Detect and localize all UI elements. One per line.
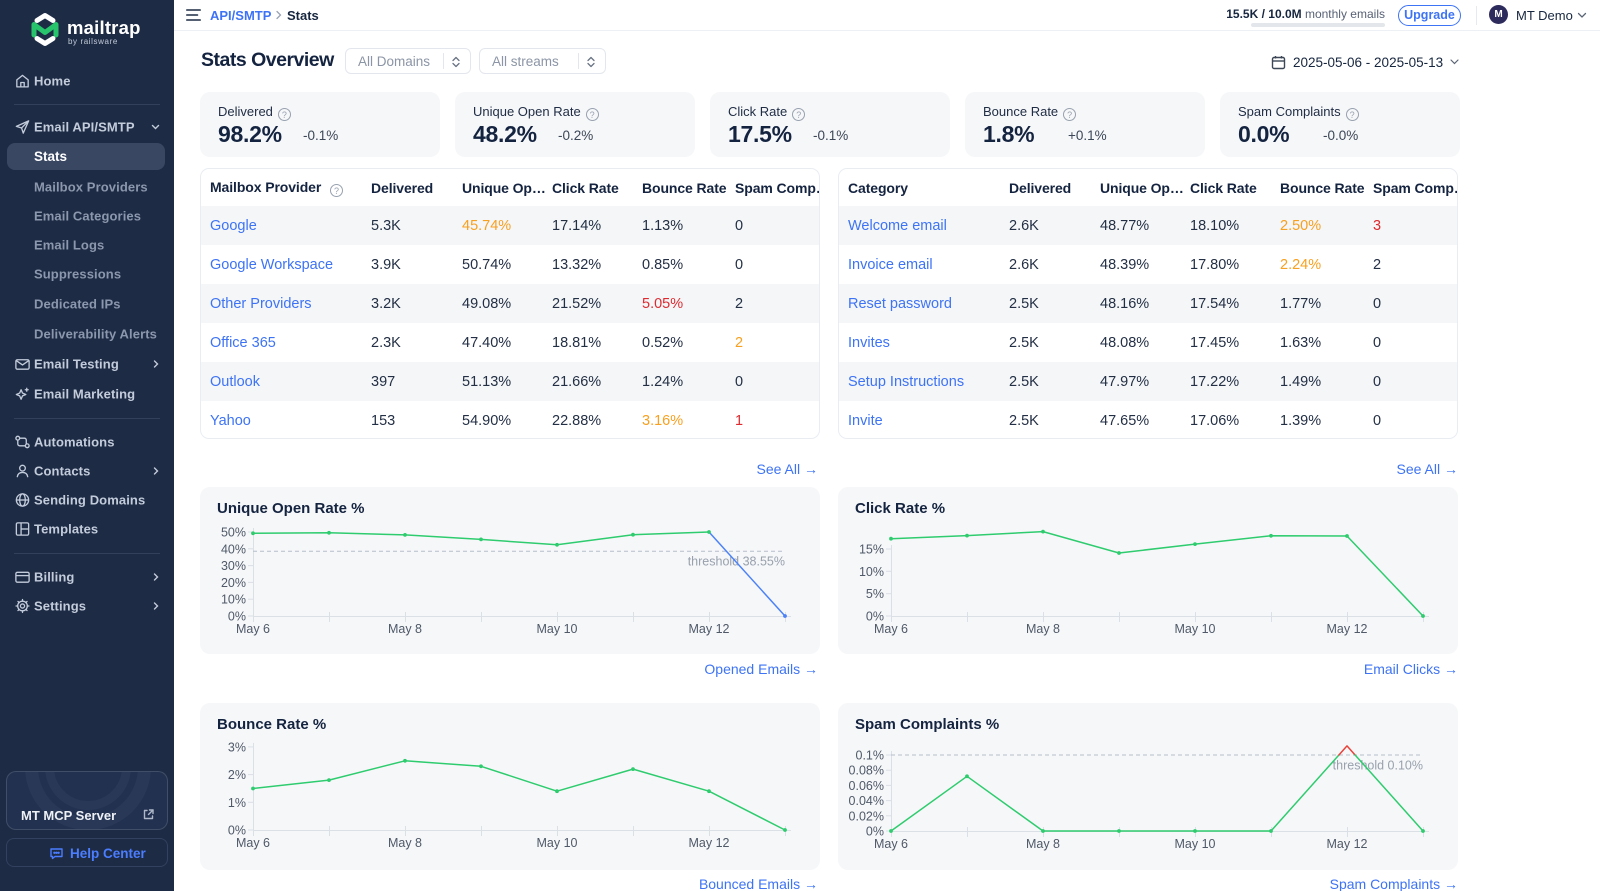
- svg-text:May 8: May 8: [1026, 837, 1060, 851]
- svg-text:0.1%: 0.1%: [856, 749, 885, 763]
- svg-text:50%: 50%: [221, 526, 246, 540]
- svg-text:May 12: May 12: [689, 836, 730, 850]
- svg-text:May 12: May 12: [1327, 622, 1368, 636]
- svg-text:30%: 30%: [221, 559, 246, 573]
- svg-text:40%: 40%: [221, 542, 246, 556]
- svg-text:May 6: May 6: [236, 836, 270, 850]
- svg-text:2%: 2%: [228, 768, 246, 782]
- svg-text:threshold 0.10%: threshold 0.10%: [1333, 759, 1423, 773]
- svg-text:May 8: May 8: [388, 622, 422, 636]
- svg-text:May 10: May 10: [537, 622, 578, 636]
- svg-text:May 8: May 8: [1026, 622, 1060, 636]
- svg-text:May 6: May 6: [874, 837, 908, 851]
- svg-text:20%: 20%: [221, 576, 246, 590]
- svg-text:3%: 3%: [228, 740, 246, 754]
- svg-text:May 10: May 10: [537, 836, 578, 850]
- svg-text:May 10: May 10: [1175, 622, 1216, 636]
- svg-text:10%: 10%: [859, 565, 884, 579]
- svg-text:May 6: May 6: [236, 622, 270, 636]
- svg-text:1%: 1%: [228, 796, 246, 810]
- svg-text:5%: 5%: [866, 587, 884, 601]
- svg-text:May 12: May 12: [1327, 837, 1368, 851]
- svg-text:0.08%: 0.08%: [849, 764, 884, 778]
- svg-text:May 10: May 10: [1175, 837, 1216, 851]
- svg-text:May 6: May 6: [874, 622, 908, 636]
- svg-text:0.06%: 0.06%: [849, 779, 884, 793]
- svg-text:May 12: May 12: [689, 622, 730, 636]
- svg-text:0.04%: 0.04%: [849, 794, 884, 808]
- svg-text:10%: 10%: [221, 593, 246, 607]
- svg-text:0.02%: 0.02%: [849, 809, 884, 823]
- svg-text:15%: 15%: [859, 543, 884, 557]
- svg-text:May 8: May 8: [388, 836, 422, 850]
